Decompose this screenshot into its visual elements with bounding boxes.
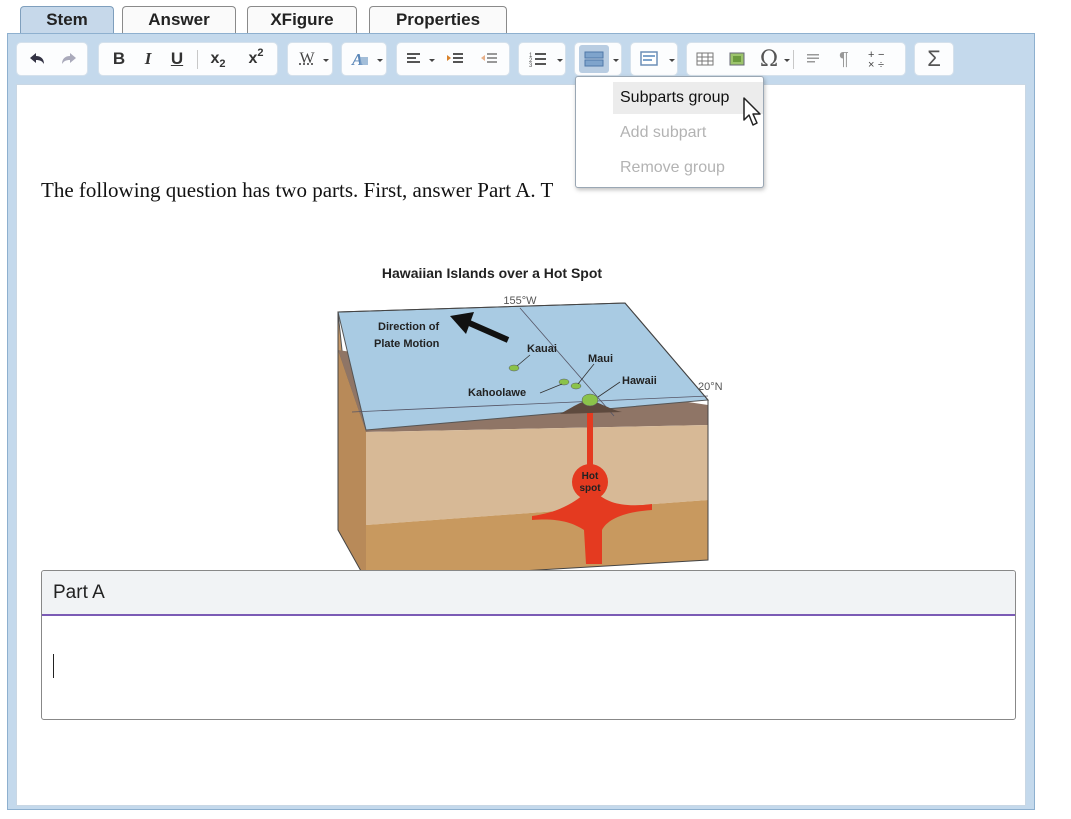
longitude-label: 155°W: [503, 295, 537, 307]
redo-icon[interactable]: [55, 43, 83, 75]
align-icon[interactable]: [401, 43, 427, 75]
alignment-group: [396, 42, 510, 76]
subscript-icon[interactable]: x2: [201, 43, 235, 75]
hotspot-label-2: spot: [579, 483, 601, 494]
part-a-body[interactable]: [42, 616, 1015, 719]
island-label-maui: Maui: [588, 353, 613, 365]
numbered-list-icon[interactable]: 123: [523, 43, 553, 75]
svg-text:×: ×: [868, 59, 874, 70]
menu-item-add-subpart[interactable]: Add subpart: [613, 117, 763, 149]
indent-icon[interactable]: [441, 43, 469, 75]
insert-group: Ω ¶ + − × ÷: [686, 42, 906, 76]
font-color-icon[interactable]: A: [346, 43, 376, 75]
history-group: [16, 42, 88, 76]
tab-properties[interactable]: Properties: [369, 6, 507, 34]
hotspot-label-1: Hot: [582, 471, 599, 482]
list-group: 123: [518, 42, 566, 76]
sigma-icon[interactable]: Σ: [919, 43, 949, 75]
island-label-kahoolawe: Kahoolawe: [468, 387, 526, 399]
island-label-kauai: Kauai: [527, 343, 557, 355]
tab-answer[interactable]: Answer: [122, 6, 236, 34]
figure-title: Hawaiian Islands over a Hot Spot: [382, 265, 603, 281]
insert-template-icon[interactable]: [635, 43, 665, 75]
editor-content[interactable]: The following question has two parts. Fi…: [16, 84, 1026, 806]
outdent-icon[interactable]: [475, 43, 503, 75]
subparts-group: [574, 42, 622, 76]
superscript-icon[interactable]: x2: [239, 43, 273, 75]
undo-icon[interactable]: [23, 43, 51, 75]
latitude-label: 20°N: [698, 381, 723, 393]
menu-item-remove-group[interactable]: Remove group: [613, 152, 763, 184]
template-group: [630, 42, 678, 76]
word-style-group: W: [287, 42, 333, 76]
subparts-dropdown: Subparts group Add subpart Remove group: [575, 76, 764, 188]
underline-icon[interactable]: U: [163, 43, 191, 75]
math-operators-icon[interactable]: + − × ÷: [861, 43, 895, 75]
rich-text-editor: B I U x2 x2 W A 12 3 Ω ¶ + − × ÷ Σ The f…: [7, 33, 1035, 810]
bold-icon[interactable]: B: [105, 43, 133, 75]
italic-icon[interactable]: I: [135, 43, 161, 75]
tab-stem[interactable]: Stem: [20, 6, 114, 35]
superscript-label: x: [248, 50, 258, 67]
motion-label-1: Direction of: [378, 321, 439, 333]
svg-text:3: 3: [529, 63, 533, 68]
superscript-mark: 2: [257, 47, 264, 59]
hawaii-hotspot-figure: Hawaiian Islands over a Hot Spot 155°W 2…: [337, 265, 723, 581]
paragraph-style-icon[interactable]: [799, 43, 827, 75]
subparts-icon[interactable]: [579, 45, 609, 73]
table-icon[interactable]: [691, 43, 719, 75]
pilcrow-icon[interactable]: ¶: [831, 43, 857, 75]
part-a-panel: Part A: [41, 570, 1016, 720]
special-char-icon[interactable]: Ω: [755, 43, 783, 75]
island-label-hawaii: Hawaii: [622, 375, 657, 387]
text-cursor: [53, 654, 54, 678]
formatting-group: B I U x2 x2: [98, 42, 278, 76]
word-style-icon[interactable]: W: [292, 43, 322, 75]
menu-item-subparts-group[interactable]: Subparts group: [613, 82, 763, 114]
subscript-label: x: [210, 50, 220, 67]
svg-text:÷: ÷: [878, 59, 884, 70]
subscript-mark: 2: [219, 58, 226, 70]
stem-text: The following question has two parts. Fi…: [41, 178, 554, 202]
font-color-group: A: [341, 42, 387, 76]
motion-label-2: Plate Motion: [374, 338, 440, 350]
image-icon[interactable]: [723, 43, 751, 75]
tab-xfigure[interactable]: XFigure: [247, 6, 357, 34]
equation-group: Σ: [914, 42, 954, 76]
mouse-pointer-icon: [743, 97, 761, 126]
part-a-title: Part A: [42, 571, 1015, 616]
